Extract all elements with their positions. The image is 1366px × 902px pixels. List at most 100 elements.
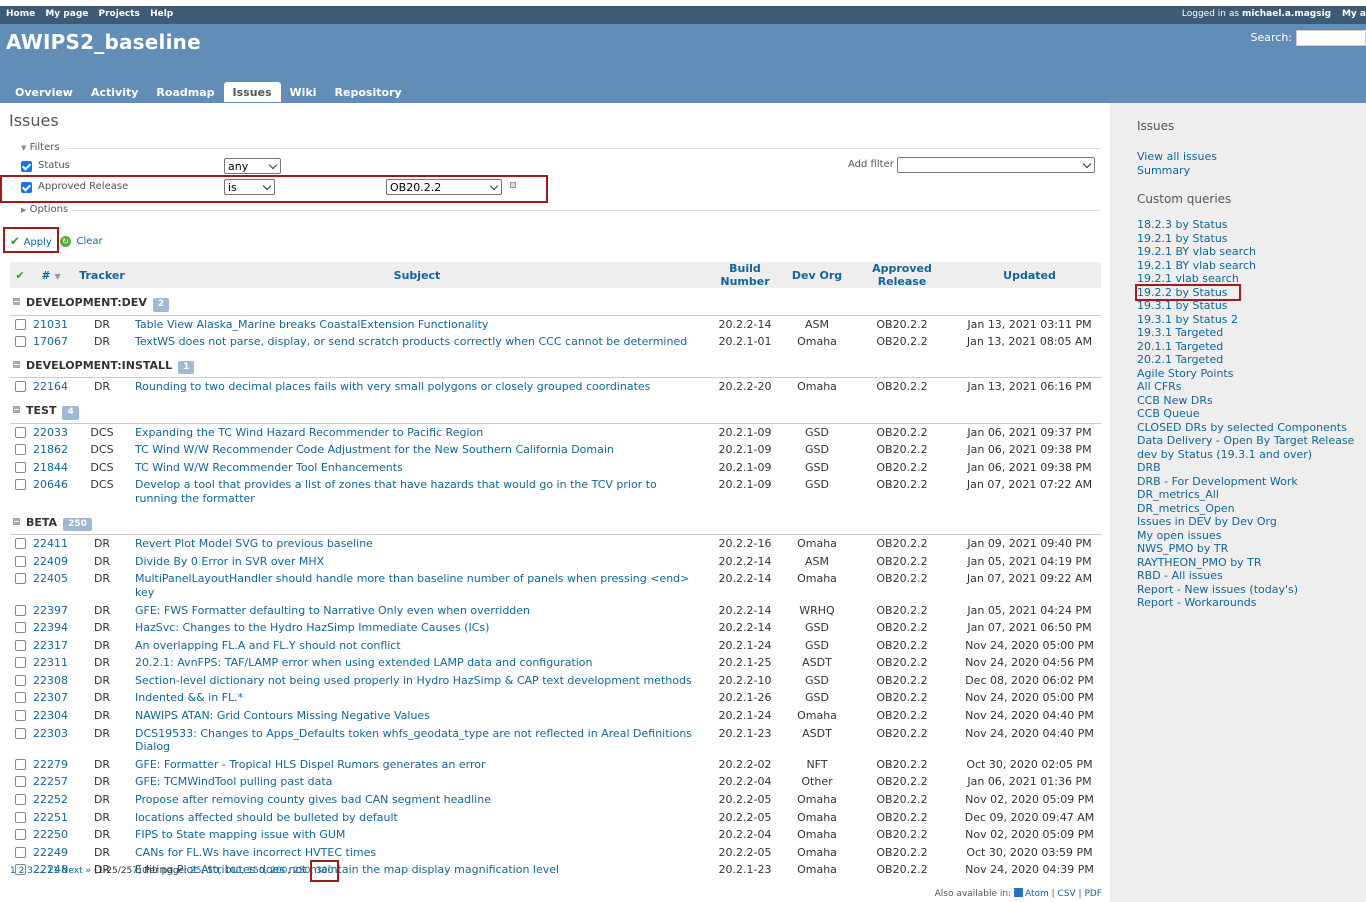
row-checkbox[interactable]	[14, 776, 26, 788]
collapse-group-icon[interactable]	[13, 360, 20, 368]
table-row[interactable]: 22304 DR NAWIPS ATAN: Grid Contours Missin…	[10, 707, 1101, 725]
custom-query-link[interactable]: 19.3.1 Targeted	[1137, 326, 1366, 340]
column-header-subject[interactable]: Subject	[132, 262, 702, 288]
issue-id-link[interactable]: 22317	[33, 639, 68, 652]
row-checkbox[interactable]	[14, 794, 26, 806]
issue-subject-link[interactable]: locations affected should be bulleted by…	[135, 811, 398, 824]
issue-subject-link[interactable]: CANs for FL.Ws have incorrect HVTEC time…	[135, 846, 376, 859]
per-page-option[interactable]: 200	[270, 866, 287, 876]
row-checkbox[interactable]	[14, 604, 26, 616]
custom-query-link[interactable]: dev by Status (19.3.1 and over)	[1137, 448, 1366, 462]
custom-query-link[interactable]: 20.1.1 Targeted	[1137, 340, 1366, 354]
table-row[interactable]: 22311 DR 20.2.1: AvnFPS: TAF/LAMP error wh…	[10, 654, 1101, 672]
issue-subject-link[interactable]: GFE: FWS Formatter defaulting to Narrati…	[135, 604, 530, 617]
custom-query-link[interactable]: Report - New issues (today's)	[1137, 583, 1366, 597]
row-checkbox[interactable]	[14, 811, 26, 823]
page-link-last[interactable]: 11	[47, 866, 58, 876]
issue-subject-link[interactable]: Revert Plot Model SVG to previous baseli…	[135, 537, 373, 550]
row-checkbox[interactable]	[14, 639, 26, 651]
issue-subject-link[interactable]: Indented && in FL.*	[135, 691, 243, 704]
column-header-build-number[interactable]: Build Number	[702, 262, 788, 288]
issue-id-link[interactable]: 22250	[33, 828, 68, 841]
csv-link[interactable]: CSV	[1058, 889, 1076, 899]
tab-wiki[interactable]: Wiki	[281, 82, 326, 102]
options-legend[interactable]: ▶ Options	[21, 204, 68, 215]
issue-subject-link[interactable]: Develop a tool that provides a list of z…	[135, 478, 657, 505]
issue-subject-link[interactable]: An overlapping FL.A and FL.Y should not …	[135, 639, 401, 652]
tab-activity[interactable]: Activity	[82, 82, 147, 102]
tab-issues[interactable]: Issues	[223, 82, 281, 102]
table-row[interactable]: 21031 DR Table View Alaska_Marine breaks C…	[10, 315, 1101, 333]
issue-subject-link[interactable]: TC Wind W/W Recommender Code Adjustment …	[135, 443, 614, 456]
issue-subject-link[interactable]: DCS19533: Changes to Apps_Defaults token…	[135, 727, 692, 754]
top-link-projects[interactable]: Projects	[99, 9, 140, 19]
custom-query-link[interactable]: CCB Queue	[1137, 407, 1366, 421]
issue-subject-link[interactable]: FIPS to State mapping issue with GUM	[135, 828, 345, 841]
issue-id-link[interactable]: 21862	[33, 443, 68, 456]
row-checkbox[interactable]	[14, 829, 26, 841]
issue-id-link[interactable]: 20646	[33, 478, 68, 491]
page-link[interactable]: 3	[27, 866, 33, 876]
issue-id-link[interactable]: 22409	[33, 555, 68, 568]
issue-subject-link[interactable]: Section-level dictionary not being used …	[135, 674, 692, 687]
collapse-group-icon[interactable]	[13, 517, 20, 525]
issue-subject-link[interactable]: Rounding to two decimal places fails wit…	[135, 380, 650, 393]
row-checkbox[interactable]	[14, 692, 26, 704]
issue-id-link[interactable]: 22411	[33, 537, 68, 550]
table-row[interactable]: 22397 DR GFE: FWS Formatter defaulting to …	[10, 602, 1101, 620]
issue-subject-link[interactable]: GFE: TCMWindTool pulling past data	[135, 775, 332, 788]
table-row[interactable]: 22249 DR CANs for FL.Ws have incorrect HVT…	[10, 844, 1101, 862]
issue-id-link[interactable]: 22304	[33, 709, 68, 722]
username-link[interactable]: michael.a.magsig	[1242, 9, 1331, 19]
custom-query-link[interactable]: DR_metrics_Open	[1137, 502, 1366, 516]
custom-query-link[interactable]: 19.2.1 BY vlab search	[1137, 245, 1366, 259]
top-link-my-page[interactable]: My page	[45, 9, 88, 19]
row-checkbox[interactable]	[14, 318, 26, 330]
issue-id-link[interactable]: 22249	[33, 846, 68, 859]
per-page-option[interactable]: 150	[247, 866, 264, 876]
per-page-option[interactable]: 100	[224, 866, 241, 876]
row-checkbox[interactable]	[14, 538, 26, 550]
clear-button[interactable]: ↻ Clear	[60, 234, 103, 247]
table-row[interactable]: 22411 DR Revert Plot Model SVG to previous…	[10, 535, 1101, 553]
issue-id-link[interactable]: 22311	[33, 656, 68, 669]
custom-query-link[interactable]: DRB	[1137, 461, 1366, 475]
issue-id-link[interactable]: 22405	[33, 572, 68, 585]
custom-query-link[interactable]: Agile Story Points	[1137, 367, 1366, 381]
table-row[interactable]: 22317 DR An overlapping FL.A and FL.Y shou…	[10, 637, 1101, 655]
issue-subject-link[interactable]: TextWS does not parse, display, or send …	[135, 335, 687, 348]
column-header-approved-release[interactable]: Approved Release	[846, 262, 958, 288]
custom-query-link[interactable]: 19.2.2 by Status	[1135, 283, 1366, 301]
per-page-option[interactable]: 250	[293, 866, 310, 876]
issue-id-link[interactable]: 17067	[33, 335, 68, 348]
custom-query-link[interactable]: All CFRs	[1137, 380, 1366, 394]
custom-query-link[interactable]: Issues in DEV by Dev Org	[1137, 515, 1366, 529]
row-checkbox[interactable]	[14, 657, 26, 669]
project-title[interactable]: AWIPS2_baseline	[6, 30, 201, 54]
table-row[interactable]: 22394 DR HazSvc: Changes to the Hydro HazS…	[10, 619, 1101, 637]
table-row[interactable]: 22308 DR Section-level dictionary not bein…	[10, 672, 1101, 690]
table-row[interactable]: 22250 DR FIPS to State mapping issue with …	[10, 826, 1101, 844]
custom-query-link[interactable]: 19.2.1 by Status	[1137, 232, 1366, 246]
issue-id-link[interactable]: 21031	[33, 318, 68, 331]
custom-query-link[interactable]: 19.3.1 by Status 2	[1137, 313, 1366, 327]
top-link-help[interactable]: Help	[150, 9, 173, 19]
table-row[interactable]: 22307 DR Indented && in FL.* 20.2.1-26 GSD OB…	[10, 689, 1101, 707]
my-account-link[interactable]: My a	[1342, 9, 1366, 19]
custom-query-link[interactable]: Data Delivery - Open By Target Release	[1137, 434, 1366, 448]
custom-query-link[interactable]: 18.2.3 by Status	[1137, 218, 1366, 232]
custom-query-link[interactable]: Report - Workarounds	[1137, 596, 1366, 610]
issue-id-link[interactable]: 21844	[33, 461, 68, 474]
custom-query-link[interactable]: RBD - All issues	[1137, 569, 1366, 583]
custom-query-link[interactable]: 19.2.1 vlab search	[1137, 272, 1366, 286]
status-operator-select[interactable]: any	[224, 158, 281, 174]
row-checkbox[interactable]	[14, 444, 26, 456]
row-checkbox[interactable]	[14, 479, 26, 491]
table-row[interactable]: 22405 DR MultiPanelLayoutHandler should ha…	[10, 570, 1101, 601]
custom-query-link[interactable]: RAYTHEON_PMO by TR	[1137, 556, 1366, 570]
issue-id-link[interactable]: 22252	[33, 793, 68, 806]
summary-link[interactable]: Summary	[1137, 164, 1366, 178]
issue-id-link[interactable]: 22164	[33, 380, 68, 393]
row-checkbox[interactable]	[14, 461, 26, 473]
row-checkbox[interactable]	[14, 846, 26, 858]
